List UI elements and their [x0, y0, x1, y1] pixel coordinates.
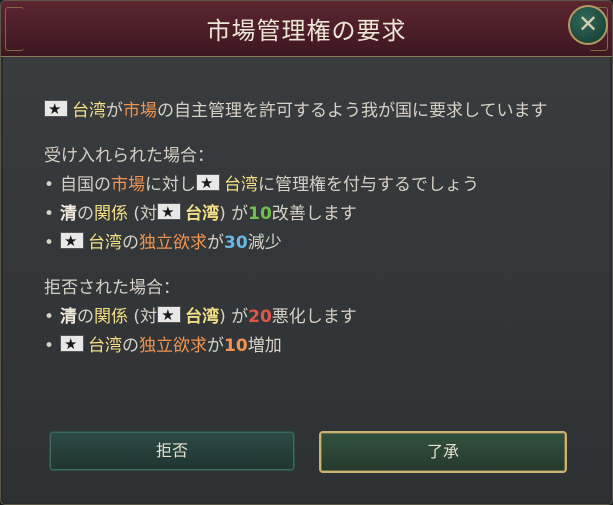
- reject-heading: 拒否された場合：: [44, 278, 180, 298]
- taiwan-flag-icon: [60, 227, 85, 256]
- accept-effect-1: 自国の市場に対し台湾に管理権を付与するでしょう: [44, 169, 584, 200]
- reject-effects: 拒否された場合： 清の関係 (対台湾) が20悪化します 台湾の独立欲求が10増…: [44, 274, 584, 361]
- intro-text: 台湾が市場の自主管理を許可するよう我が国に要求しています: [44, 95, 584, 126]
- country-name: 台湾: [224, 175, 259, 195]
- independence-desire-term: 独立欲求: [139, 336, 208, 356]
- taiwan-flag-icon: [196, 169, 221, 198]
- relations-term: 関係: [94, 307, 129, 327]
- market-access-request-dialog: 市場管理権の要求 ✕ 台湾が市場の自主管理を許可するよう我が国に要求しています …: [0, 0, 613, 505]
- close-button[interactable]: ✕: [568, 5, 608, 45]
- dialog-body: 台湾が市場の自主管理を許可するよう我が国に要求しています 受け入れられた場合： …: [44, 95, 584, 361]
- accept-button[interactable]: 了承: [319, 431, 567, 473]
- accept-effect-3: 台湾の独立欲求が30減少: [44, 227, 584, 258]
- taiwan-flag-icon: [157, 301, 182, 330]
- country-name: 台湾: [185, 307, 220, 327]
- close-icon: ✕: [577, 10, 599, 38]
- accept-heading: 受け入れられた場合：: [44, 146, 214, 166]
- accept-effect-2: 清の関係 (対台湾) が10改善します: [44, 198, 584, 229]
- market-term: 市場: [123, 101, 157, 121]
- taiwan-flag-icon: [157, 198, 182, 227]
- relations-change-value: 10: [248, 204, 272, 224]
- nation-name: 清: [60, 307, 78, 327]
- country-name: 台湾: [88, 336, 123, 356]
- reject-effect-2: 台湾の独立欲求が10増加: [44, 330, 584, 361]
- country-name: 台湾: [185, 204, 220, 224]
- independence-change-value: 30: [224, 233, 248, 253]
- independence-desire-term: 独立欲求: [139, 233, 208, 253]
- reject-effect-1: 清の関係 (対台湾) が20悪化します: [44, 301, 584, 332]
- reject-button[interactable]: 拒否: [49, 431, 295, 471]
- market-term: 市場: [111, 175, 146, 195]
- taiwan-flag-icon: [44, 95, 68, 124]
- country-name: 台湾: [88, 233, 123, 253]
- taiwan-flag-icon: [60, 330, 85, 359]
- accept-effects: 受け入れられた場合： 自国の市場に対し台湾に管理権を付与するでしょう 清の関係 …: [44, 142, 584, 258]
- relations-term: 関係: [94, 204, 129, 224]
- country-name: 台湾: [72, 101, 106, 121]
- nation-name: 清: [60, 204, 78, 224]
- dialog-title: 市場管理権の要求: [206, 17, 407, 45]
- relations-change-value: 20: [248, 307, 272, 327]
- independence-change-value: 10: [224, 336, 248, 356]
- dialog-titlebar: 市場管理権の要求: [1, 1, 612, 57]
